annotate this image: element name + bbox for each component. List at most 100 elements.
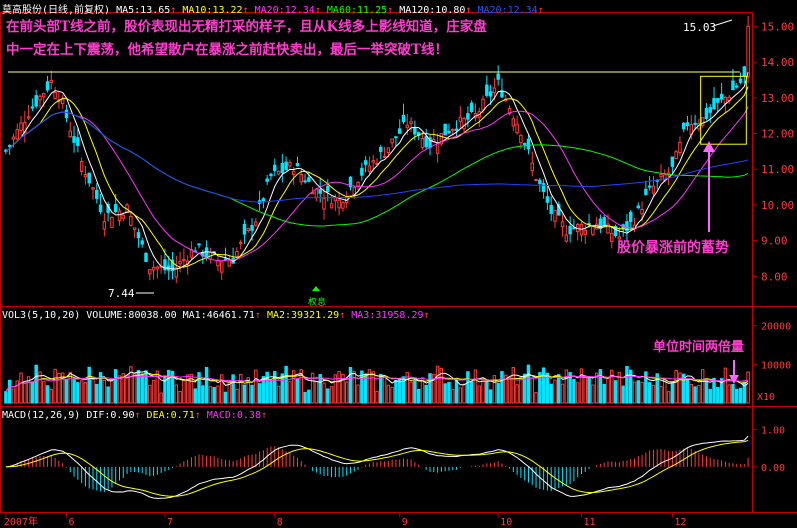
annotation-line-1: 在前头部T线之前，股价表现出无精打采的样子，且从K线多上影线知道，庄家盘	[6, 19, 487, 35]
candle-body	[488, 91, 493, 97]
candle-body	[11, 136, 16, 140]
volume-bar	[496, 383, 500, 404]
volume-bar	[178, 390, 182, 404]
volume-bar	[356, 384, 360, 404]
candle-body	[451, 128, 455, 131]
volume-bar	[674, 370, 678, 404]
volume-bar	[575, 382, 580, 404]
candle-body	[318, 189, 322, 194]
candle-body	[564, 234, 569, 242]
volume-bar	[238, 373, 243, 404]
candle-body	[708, 107, 712, 113]
volume-bar	[326, 388, 330, 404]
chart-border	[0, 12, 753, 513]
candle-body	[326, 185, 330, 193]
date-tick-label: 9	[402, 517, 408, 528]
candle-body	[496, 73, 500, 80]
candle-body	[651, 185, 656, 194]
candle-body	[636, 205, 641, 209]
price-tick-label: 10.00	[761, 199, 794, 212]
candle-body	[76, 137, 80, 146]
volume-bar	[625, 366, 629, 404]
volume-bar	[731, 383, 735, 404]
volume-bar	[416, 388, 421, 404]
candle-body	[276, 170, 281, 175]
candle-body	[49, 79, 54, 83]
candle-body	[647, 185, 652, 188]
candle-body	[151, 266, 156, 271]
volume-bar	[663, 378, 667, 404]
candle-body	[314, 188, 319, 199]
candle-body	[409, 121, 413, 125]
candle-body	[265, 178, 269, 182]
candle-body	[45, 81, 50, 91]
candle-body	[568, 225, 572, 235]
candle-body	[405, 124, 410, 129]
date-tick-label: 7	[167, 517, 173, 528]
volume-bar	[220, 374, 224, 404]
candle-body	[280, 162, 285, 174]
candle-body	[735, 85, 739, 88]
candle-body	[360, 167, 364, 176]
candle-body	[447, 130, 451, 134]
volume-bar	[685, 378, 690, 404]
candle-body	[95, 189, 99, 199]
candle-body	[719, 93, 724, 100]
candle-body	[485, 84, 489, 96]
macd-tick-label: 1.00	[761, 425, 785, 436]
candle-body	[420, 138, 425, 148]
volume-bar	[113, 369, 118, 404]
candle-body	[91, 187, 95, 190]
volume-bar	[716, 386, 720, 404]
volume-bar	[110, 379, 114, 404]
volume-bar	[166, 369, 171, 404]
candle-body	[583, 229, 588, 235]
candle-body	[363, 160, 368, 165]
volume-bar	[473, 369, 478, 404]
volume-bar	[693, 386, 697, 404]
volume-bar	[712, 377, 716, 404]
volume-bar	[284, 365, 288, 404]
volume-bar	[11, 388, 16, 404]
candle-body	[178, 260, 182, 265]
candle-body	[261, 198, 266, 202]
candle-body	[742, 66, 747, 77]
volume-bar	[265, 371, 269, 404]
volume-bar	[738, 387, 743, 404]
volume-bar	[303, 391, 307, 404]
volume-bar	[613, 380, 618, 404]
candle-body	[515, 123, 519, 134]
candle-body	[704, 108, 709, 119]
volume-bar	[23, 383, 27, 404]
candle-body	[746, 25, 750, 77]
candle-body	[594, 223, 599, 230]
candle-body	[443, 123, 447, 136]
volume-bar	[572, 378, 576, 404]
volume-bar	[382, 376, 387, 404]
volume-bar	[83, 382, 88, 404]
volume-bar	[424, 384, 428, 404]
candle-body	[307, 177, 311, 182]
volume-bar	[606, 377, 610, 404]
candle-body	[197, 243, 201, 246]
candle-body	[610, 232, 614, 243]
volume-bar	[148, 384, 152, 404]
volume-bar	[394, 379, 398, 404]
volume-bar	[30, 381, 35, 404]
candle-body	[466, 113, 470, 120]
volume-bar	[477, 385, 481, 404]
candle-body	[685, 122, 690, 126]
volume-bar	[481, 378, 485, 404]
chart-frame	[0, 12, 797, 513]
volume-bar	[534, 392, 538, 404]
volume-bar	[102, 379, 107, 404]
volume-bar	[314, 381, 319, 404]
price-tick-label: 14.00	[761, 56, 794, 69]
candle-body	[530, 162, 534, 172]
candle-body	[549, 204, 553, 214]
volume-bar	[469, 381, 474, 404]
volume-bar	[549, 383, 553, 404]
candle-body	[670, 156, 675, 167]
candle-body	[462, 117, 466, 130]
volume-unit-label: X10	[757, 392, 775, 403]
